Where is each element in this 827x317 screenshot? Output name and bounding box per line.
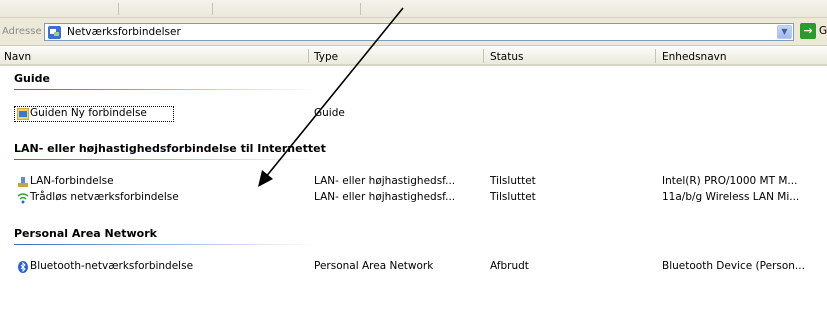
annotation-arrow: [258, 7, 404, 187]
